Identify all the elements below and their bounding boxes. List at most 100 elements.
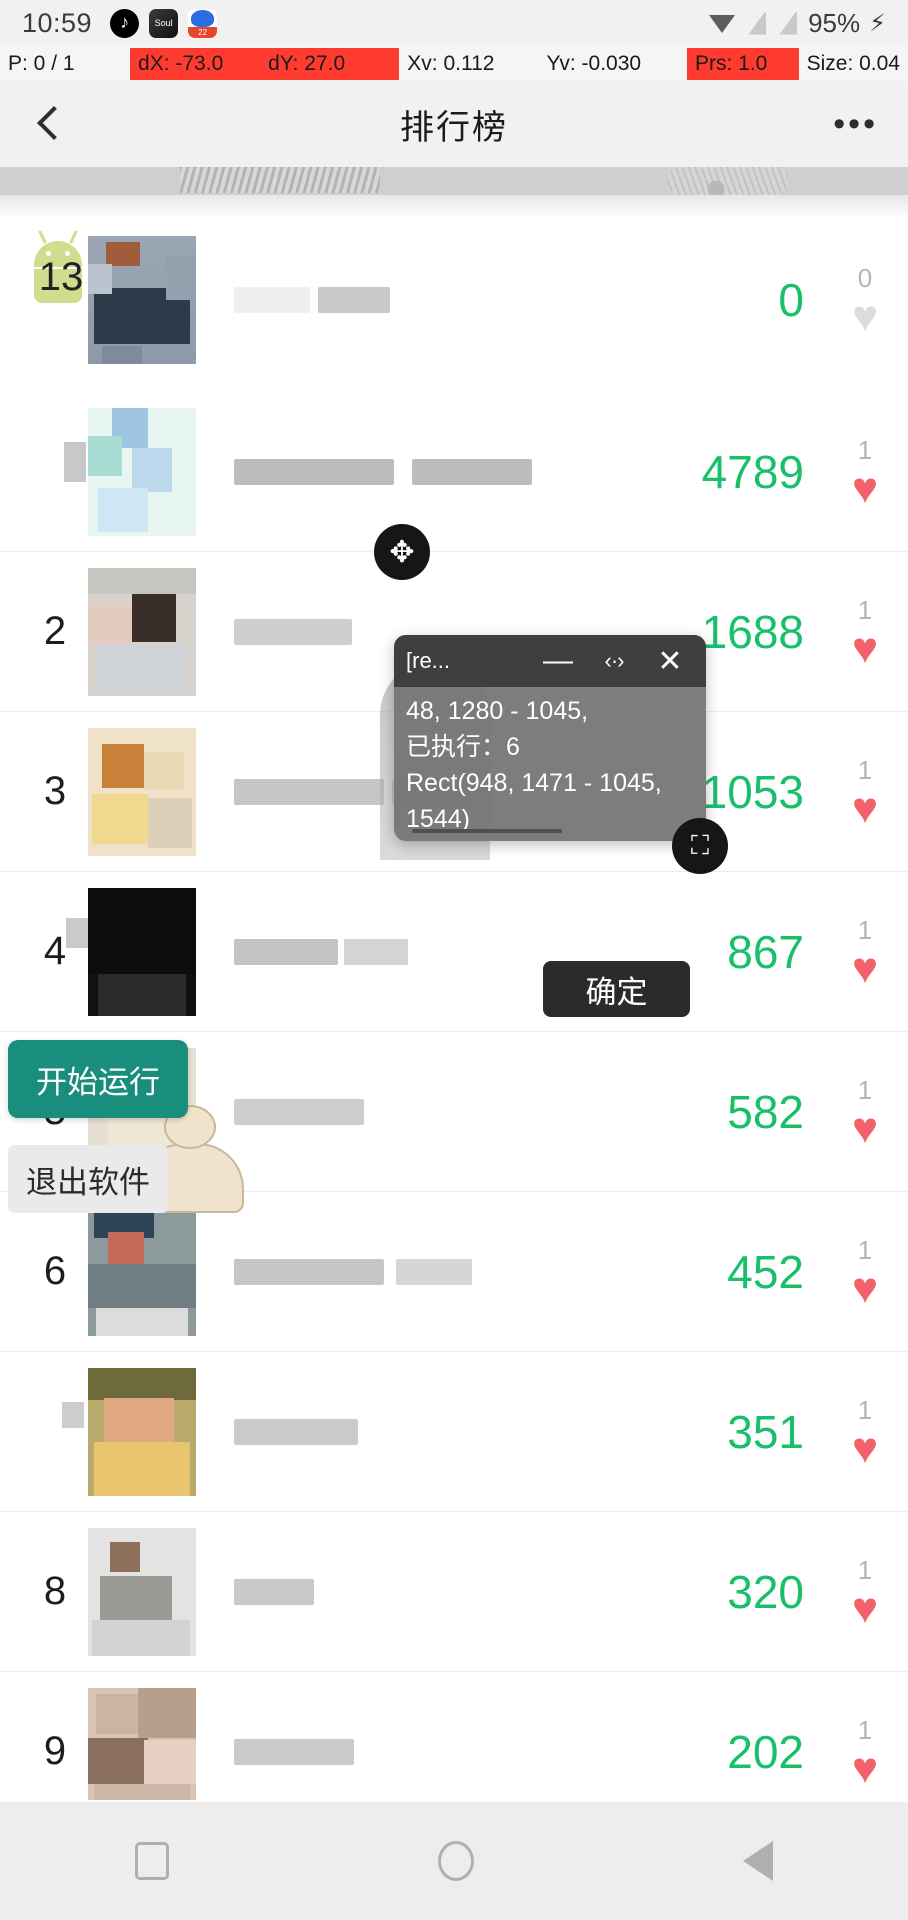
dialog-title-bar[interactable]: [re... — ‹·› ✕: [394, 635, 706, 687]
heart-icon[interactable]: ♥: [822, 1586, 908, 1631]
like-count: 1: [857, 754, 873, 785]
status-system-icons: 95% ⚡: [709, 8, 886, 39]
row-name: [234, 1738, 554, 1765]
like-count: 1: [857, 1234, 873, 1265]
pointer-size: Size: 0.04: [806, 51, 900, 75]
like-button[interactable]: 1 ♥: [822, 593, 908, 671]
row-rank: 6: [43, 1249, 67, 1293]
like-button[interactable]: 1 ♥: [822, 753, 908, 831]
row-name: [234, 1098, 554, 1125]
like-count: 1: [857, 594, 873, 625]
row-rank: 8: [43, 1569, 67, 1613]
row-score: 351: [727, 1405, 804, 1458]
status-time: 10:59: [22, 7, 93, 38]
avatar: [88, 1687, 196, 1800]
like-button[interactable]: 1 ♥: [822, 1393, 908, 1471]
table-row[interactable]: 9 202 1 ♥: [0, 1672, 908, 1800]
pointer-count: P: 0 / 1: [8, 51, 75, 75]
heart-icon[interactable]: ♥: [822, 1426, 908, 1471]
app-header: 排行榜 •••: [0, 81, 908, 167]
table-row[interactable]: 6 452 1 ♥: [0, 1192, 908, 1352]
like-count: 1: [857, 1554, 873, 1585]
like-button[interactable]: 1 ♥: [822, 1553, 908, 1631]
like-count: 1: [857, 1074, 873, 1105]
avatar: [88, 567, 196, 696]
baidu-app-icon: [188, 8, 218, 38]
expand-arrows-icon[interactable]: ⛶: [672, 818, 728, 874]
heart-icon[interactable]: ♥: [822, 466, 908, 511]
dialog-body: 48, 1280 - 1045, 已执行：6 Rect(948, 1471 - …: [394, 687, 706, 837]
like-button[interactable]: 1 ♥: [822, 913, 908, 991]
like-button[interactable]: 1 ♥: [822, 433, 908, 511]
pointer-xv: Xv: 0.112: [407, 51, 495, 75]
row-name: [234, 1418, 554, 1445]
back-triangle-icon[interactable]: [743, 1841, 774, 1881]
row-score: 0: [778, 273, 804, 326]
heart-icon[interactable]: ♥: [822, 1746, 908, 1791]
table-row[interactable]: 351 1 ♥: [0, 1352, 908, 1512]
banner-fade: [0, 195, 908, 220]
row-name: [234, 938, 554, 965]
like-button[interactable]: 1 ♥: [822, 1713, 908, 1791]
like-button[interactable]: 0 ♥: [822, 261, 908, 339]
android-nav-bar: [0, 1802, 908, 1920]
floating-debug-dialog[interactable]: [re... — ‹·› ✕ 48, 1280 - 1045, 已执行：6 Re…: [394, 635, 706, 841]
avatar: [88, 235, 196, 364]
heart-icon[interactable]: ♥: [822, 1106, 908, 1151]
heart-icon[interactable]: ♥: [822, 626, 908, 671]
avatar: [88, 1207, 196, 1336]
pointer-dy: dY: 27.0: [260, 47, 400, 80]
row-rank: 3: [43, 769, 67, 813]
avatar: [88, 1527, 196, 1656]
pointer-pressure: Prs: 1.0: [686, 47, 799, 80]
row-name: [234, 458, 554, 485]
tiktok-app-icon: [110, 8, 140, 38]
soul-app-icon: [149, 8, 179, 38]
row-name: [234, 286, 554, 313]
pointer-dx: dX: -73.0: [130, 47, 261, 80]
like-button[interactable]: 1 ♥: [822, 1073, 908, 1151]
signal-icon: [748, 11, 767, 35]
row-name: [234, 1578, 554, 1605]
like-count: 1: [857, 434, 873, 465]
charging-bolt-icon: ⚡: [869, 9, 886, 37]
wifi-icon: [709, 13, 736, 33]
move-cross-icon[interactable]: ✥: [374, 524, 430, 580]
like-count: 1: [857, 1394, 873, 1425]
row-score: 202: [727, 1725, 804, 1778]
row-rank: 9: [43, 1729, 67, 1773]
resize-icon[interactable]: ‹·›: [590, 648, 638, 674]
avatar: [64, 407, 196, 536]
status-app-icons: [110, 8, 218, 38]
row-rank: 13: [38, 255, 84, 299]
row-score: 4789: [701, 445, 804, 498]
table-row[interactable]: 13 13 0 0 ♥: [0, 207, 908, 392]
chevron-left-icon[interactable]: [30, 106, 66, 142]
table-row[interactable]: 8 320 1 ♥: [0, 1512, 908, 1672]
avatar: [62, 1367, 196, 1496]
like-count: 1: [857, 1714, 873, 1745]
exit-app-button[interactable]: 退出软件: [8, 1145, 168, 1213]
avatar: [66, 887, 196, 1016]
like-button[interactable]: 1 ♥: [822, 1233, 908, 1311]
heart-icon[interactable]: ♥: [822, 946, 908, 991]
dialog-line: Rect(948, 1471 - 1045,: [406, 769, 662, 797]
avatar: [88, 727, 196, 856]
heart-icon[interactable]: ♥: [822, 786, 908, 831]
dialog-line: 已执行：6: [406, 733, 520, 761]
table-row[interactable]: 4 867 1 ♥: [0, 872, 908, 1032]
heart-icon[interactable]: ♥: [822, 294, 908, 339]
ranking-list[interactable]: 13 13 0 0 ♥ 4: [0, 207, 908, 1800]
close-icon[interactable]: ✕: [646, 644, 694, 679]
home-circle-icon[interactable]: [437, 1841, 474, 1881]
table-row[interactable]: 4789 1 ♥: [0, 392, 908, 552]
recents-square-icon[interactable]: [134, 1842, 169, 1880]
start-run-button[interactable]: 开始运行: [8, 1040, 188, 1118]
minimize-icon[interactable]: —: [534, 646, 582, 676]
dialog-scrollbar[interactable]: [412, 829, 562, 833]
confirm-button[interactable]: 确定: [543, 961, 690, 1017]
like-count: 1: [857, 914, 873, 945]
heart-icon[interactable]: ♥: [822, 1266, 908, 1311]
dialog-line: 48, 1280 - 1045,: [406, 697, 589, 725]
overflow-menu-icon[interactable]: •••: [833, 107, 878, 141]
